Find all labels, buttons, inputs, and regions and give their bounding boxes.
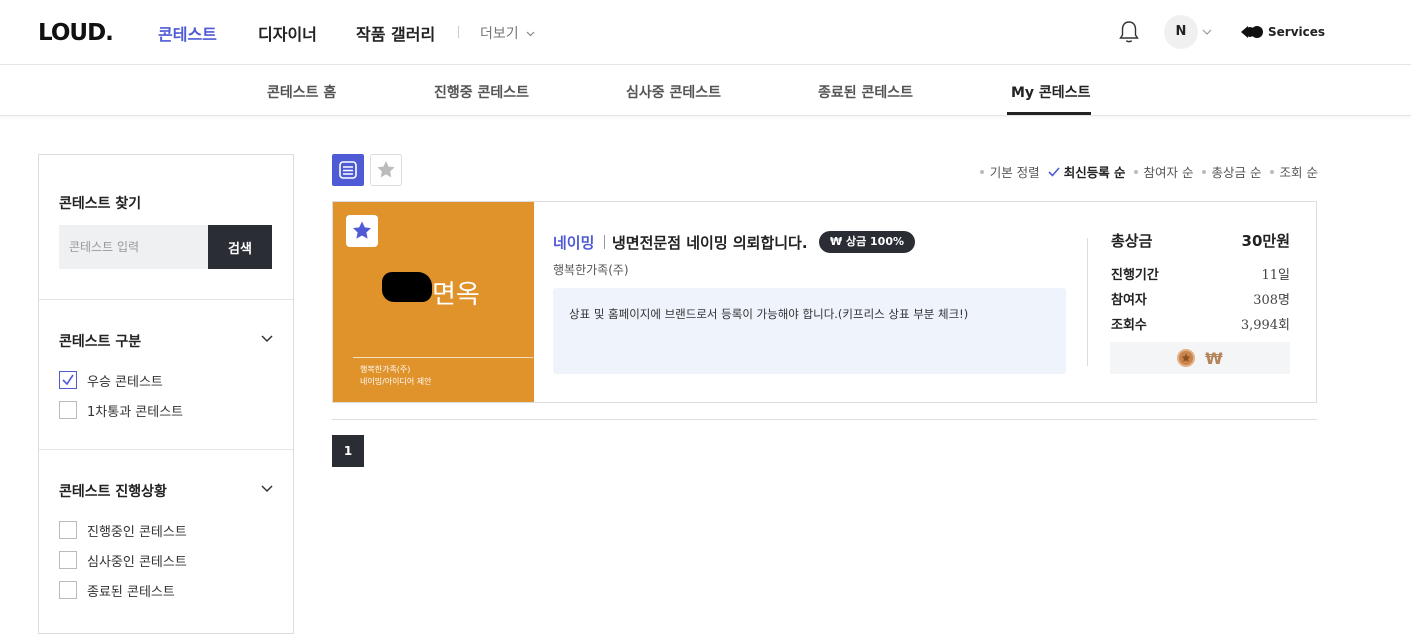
status-title: 콘테스트 진행상황 [59, 484, 167, 500]
option-label: 진행중인 콘테스트 [87, 524, 187, 540]
sort-label: 기본 정렬 [989, 165, 1040, 180]
option-label: 심사중인 콘테스트 [87, 554, 187, 570]
check-icon [1048, 166, 1060, 177]
category-title: 콘테스트 구분 [59, 334, 142, 350]
stat-value: 3,994회 [1240, 318, 1290, 333]
contest-company: 행복한가족(주) [553, 263, 629, 277]
stat-value: 11일 [1261, 268, 1290, 283]
sort-prize[interactable]: 총상금 순 [1201, 162, 1262, 181]
checkbox[interactable] [59, 521, 77, 539]
nav-designer[interactable]: 디자이너 [258, 21, 317, 45]
divider [353, 357, 533, 358]
filter-option-reviewing[interactable]: 심사중인 콘테스트 [59, 551, 187, 570]
nav-contest[interactable]: 콘테스트 [158, 21, 217, 45]
contest-title[interactable]: 냉면전문점 네이밍 의뢰합니다. [612, 232, 808, 253]
option-label: 1차통과 콘테스트 [87, 404, 184, 420]
nav-more-label: 더보기 [480, 26, 519, 42]
tab-finished[interactable]: 종료된 콘테스트 [818, 82, 913, 102]
stat-label: 참여자 [1111, 293, 1147, 308]
total-prize-value: 30만원 [1241, 232, 1290, 250]
bullet-icon [1269, 169, 1274, 174]
sort-label: 조회 순 [1279, 165, 1318, 180]
favorite-star-icon[interactable] [346, 215, 378, 247]
services-label: Services [1268, 25, 1326, 39]
filter-option-first-pass[interactable]: 1차통과 콘테스트 [59, 401, 184, 420]
stat-label: 조회수 [1111, 318, 1147, 333]
redacted-mark [382, 272, 432, 302]
filter-option-winner[interactable]: 우승 콘테스트 [59, 371, 163, 390]
thumbnail-subtitle: 네이밍/아이디어 제안 [360, 377, 432, 386]
checkbox[interactable] [59, 581, 77, 599]
sort-default[interactable]: 기본 정렬 [979, 162, 1040, 181]
filter-option-finished[interactable]: 종료된 콘테스트 [59, 581, 175, 600]
prize-badge: ₩ 상금 100% [819, 231, 916, 253]
tab-reviewing[interactable]: 심사중 콘테스트 [626, 82, 721, 102]
tab-contest-home[interactable]: 콘테스트 홈 [267, 82, 336, 102]
won-icon: ₩ [1205, 348, 1223, 368]
sort-options: 기본 정렬 최신등록 순 참여자 순 총상금 순 조회 순 [972, 162, 1318, 181]
option-label: 종료된 콘테스트 [87, 584, 175, 600]
tab-ongoing[interactable]: 진행중 콘테스트 [434, 82, 529, 102]
total-prize-label: 총상금 [1111, 232, 1153, 250]
bell-icon[interactable] [1118, 20, 1140, 44]
stat-value: 308명 [1253, 293, 1290, 308]
option-label: 우승 콘테스트 [87, 374, 163, 390]
divider [1087, 238, 1088, 366]
sort-views[interactable]: 조회 순 [1269, 162, 1318, 181]
page-button-current[interactable]: 1 [332, 435, 364, 467]
divider [604, 235, 605, 249]
chevron-down-icon [526, 31, 535, 37]
contest-category: 네이밍 [553, 234, 595, 252]
contest-description: 상표 및 홈페이지에 브랜드로서 등록이 가능해야 합니다.(키프리스 상표 부… [553, 288, 1066, 374]
sort-participants[interactable]: 참여자 순 [1133, 162, 1194, 181]
divider [39, 299, 293, 300]
search-title: 콘테스트 찾기 [59, 196, 142, 212]
chevron-down-icon[interactable] [261, 335, 273, 343]
sort-label: 총상금 순 [1211, 165, 1262, 180]
sort-label: 최신등록 순 [1063, 165, 1126, 180]
divider [39, 449, 293, 450]
services-logo-icon [1241, 26, 1263, 38]
reward-summary: ₩ [1110, 342, 1290, 374]
favorite-filter-button[interactable] [370, 154, 402, 186]
nav-divider [458, 26, 459, 38]
search-input[interactable] [59, 225, 209, 269]
nav-more[interactable]: 더보기 [480, 23, 535, 43]
active-tab-indicator [1007, 112, 1091, 115]
chevron-down-icon[interactable] [261, 485, 273, 493]
check-icon [62, 374, 74, 386]
list-view-button[interactable] [332, 154, 364, 186]
bullet-icon [1201, 169, 1206, 174]
sub-nav: 콘테스트 홈 진행중 콘테스트 심사중 콘테스트 종료된 콘테스트 My 콘테스… [0, 65, 1411, 116]
services-link[interactable]: Services [1240, 23, 1325, 41]
filter-sidebar: 콘테스트 찾기 검색 콘테스트 구분 우승 콘테스트 1차통과 콘테스트 콘테스… [38, 154, 294, 634]
divider [332, 419, 1317, 420]
top-nav: LOUD. 콘테스트 디자이너 작품 갤러리 더보기 N Services [0, 0, 1411, 65]
thumbnail-company: 행복한가족(주) [360, 365, 411, 374]
tab-my-contest[interactable]: My 콘테스트 [1011, 82, 1090, 102]
logo[interactable]: LOUD. [38, 20, 114, 46]
checkbox[interactable] [59, 371, 77, 389]
contest-thumbnail[interactable]: 면옥 행복한가족(주) 네이밍/아이디어 제안 [333, 202, 534, 402]
contest-card[interactable]: 면옥 행복한가족(주) 네이밍/아이디어 제안 네이밍 냉면전문점 네이밍 의뢰… [332, 201, 1317, 403]
filter-option-ongoing[interactable]: 진행중인 콘테스트 [59, 521, 187, 540]
nav-gallery[interactable]: 작품 갤러리 [356, 21, 435, 45]
avatar[interactable]: N [1164, 15, 1198, 49]
sort-latest[interactable]: 최신등록 순 [1048, 162, 1126, 181]
search-button[interactable]: 검색 [208, 225, 272, 269]
checkbox[interactable] [59, 401, 77, 419]
chevron-down-icon[interactable] [1202, 29, 1212, 36]
bullet-icon [979, 169, 984, 174]
bullet-icon [1133, 169, 1138, 174]
medal-icon [1177, 349, 1196, 367]
thumbnail-title: 면옥 [432, 280, 480, 310]
stat-label: 진행기간 [1111, 268, 1159, 283]
sort-label: 참여자 순 [1143, 165, 1194, 180]
checkbox[interactable] [59, 551, 77, 569]
